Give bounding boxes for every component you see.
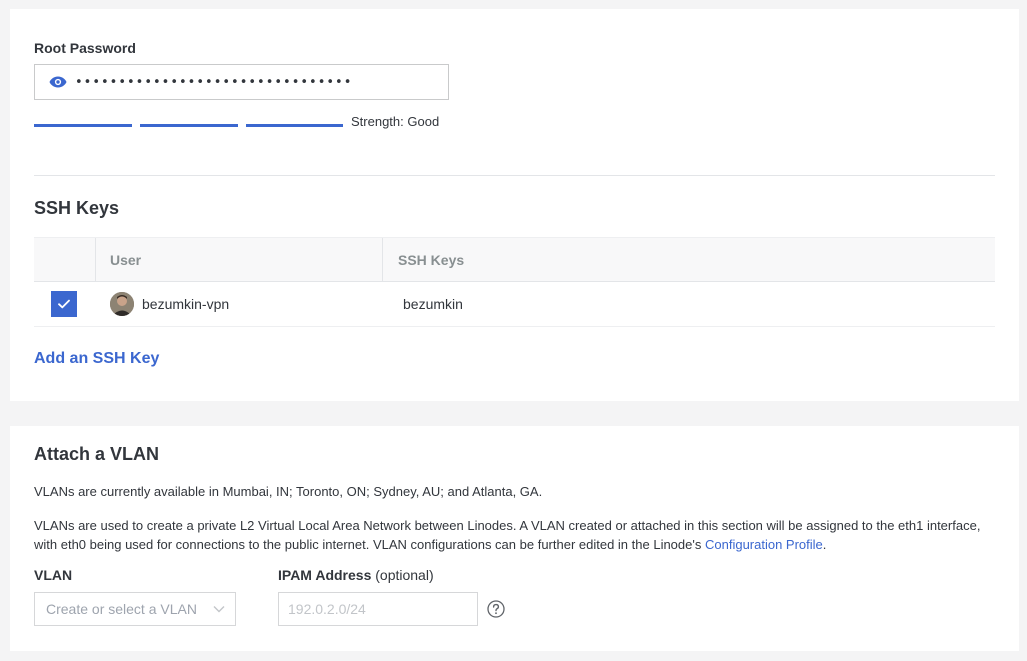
ssh-keys-table: User SSH Keys bezumkin-vpn bezumkin (34, 237, 995, 327)
vlan-description-end: . (822, 537, 827, 552)
vlan-description: VLANs are used to create a private L2 Vi… (34, 516, 999, 554)
ipam-optional-text: (optional) (375, 567, 434, 583)
vlan-select-placeholder: Create or select a VLAN (46, 601, 197, 617)
ipam-address-input[interactable] (278, 592, 478, 626)
header-ssh-keys: SSH Keys (398, 251, 465, 268)
ipam-label-text: IPAM Address (278, 567, 372, 583)
check-icon (58, 299, 70, 309)
vlan-select[interactable]: Create or select a VLAN (34, 592, 236, 626)
header-user: User (110, 251, 142, 268)
strength-bar-3 (246, 124, 343, 127)
table-row[interactable]: bezumkin-vpn bezumkin (34, 282, 995, 327)
chevron-down-icon (213, 606, 225, 613)
configuration-profile-link[interactable]: Configuration Profile (705, 537, 823, 552)
strength-bar-1 (34, 124, 132, 127)
root-password-value: •••••••••••••••••••••••••••••••• (75, 74, 353, 90)
ssh-keys-title: SSH Keys (34, 198, 120, 218)
add-ssh-key-link[interactable]: Add an SSH Key (34, 350, 159, 368)
vlan-description-text: VLANs are used to create a private L2 Vi… (34, 518, 981, 552)
ssh-key-name: bezumkin (403, 296, 463, 312)
table-header: User SSH Keys (34, 237, 995, 282)
section-divider (34, 175, 995, 176)
header-separator (382, 238, 383, 281)
root-password-field[interactable]: •••••••••••••••••••••••••••••••• (34, 64, 449, 100)
header-select-column (34, 238, 95, 281)
vlan-availability-text: VLANs are currently available in Mumbai,… (34, 484, 543, 499)
header-separator (95, 238, 96, 281)
vlan-label: VLAN (34, 567, 73, 583)
ipam-label: IPAM Address (optional) (278, 567, 434, 583)
vlan-title: Attach a VLAN (34, 444, 160, 464)
password-strength-text: Strength: Good (351, 114, 440, 129)
password-ssh-panel: Root Password ••••••••••••••••••••••••••… (10, 9, 1019, 401)
vlan-panel: Attach a VLAN VLANs are currently availa… (10, 426, 1019, 651)
user-avatar (110, 292, 134, 316)
strength-bar-2 (140, 124, 238, 127)
eye-icon[interactable] (49, 76, 67, 88)
ssh-user-name: bezumkin-vpn (142, 296, 230, 312)
help-icon[interactable] (487, 600, 505, 618)
root-password-label: Root Password (34, 40, 136, 56)
ssh-user-checkbox[interactable] (51, 291, 77, 317)
